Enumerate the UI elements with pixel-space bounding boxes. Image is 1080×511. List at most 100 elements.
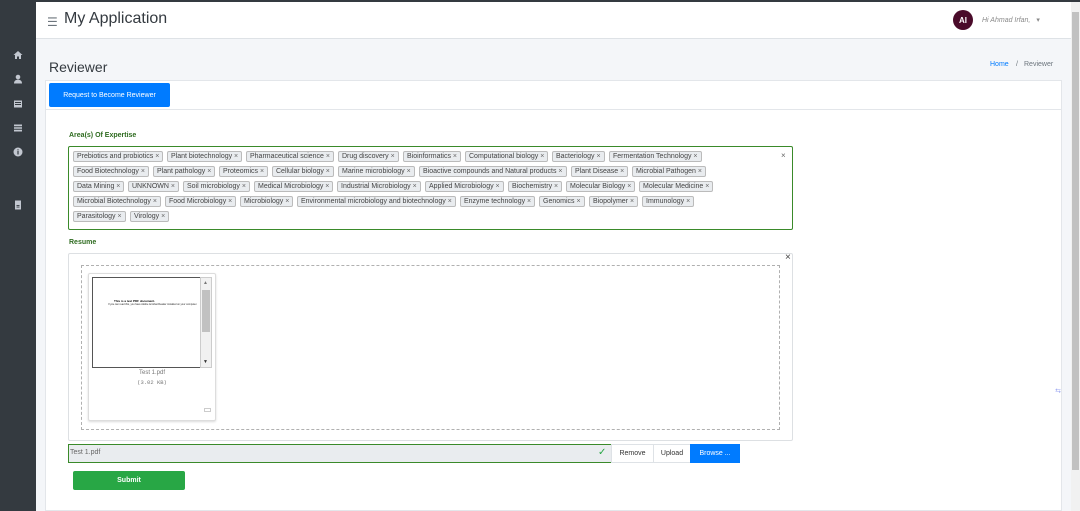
remove-tag-icon[interactable]: × [324,168,330,175]
expertise-tag[interactable]: Data Mining × [73,181,125,192]
expertise-tag[interactable]: Genomics × [539,196,585,207]
remove-tag-icon[interactable]: × [139,168,145,175]
breadcrumb-home[interactable]: Home [990,61,1009,68]
submit-button[interactable]: Submit [73,471,185,490]
remove-tag-icon[interactable]: × [703,183,709,190]
expertise-tag[interactable]: Virology × [130,211,170,222]
expertise-tag[interactable]: Bioinformatics × [403,151,462,162]
avatar[interactable]: AI [953,10,973,30]
zoom-icon[interactable] [204,408,211,412]
expertise-tag[interactable]: Immunology × [642,196,695,207]
expertise-tag[interactable]: Fermentation Technology × [609,151,702,162]
remove-tag-icon[interactable]: × [625,183,631,190]
remove-tag-icon[interactable]: × [159,213,165,220]
translate-icon[interactable]: ⇆ [1052,387,1064,399]
expertise-tag[interactable]: Parasitology × [73,211,126,222]
pdf-scrollbar[interactable]: ▲ ▼ [200,277,212,368]
expertise-tag[interactable]: Molecular Biology × [566,181,636,192]
info-icon[interactable] [10,144,26,160]
expertise-tag[interactable]: Microbial Pathogen × [632,166,706,177]
remove-tag-icon[interactable]: × [552,183,558,190]
remove-tag-icon[interactable]: × [283,198,289,205]
scrollbar-thumb[interactable] [1072,12,1079,470]
expertise-tag[interactable]: Cellular biology × [272,166,334,177]
expertise-tag[interactable]: Environmental microbiology and biotechno… [297,196,456,207]
sidebar [0,2,36,511]
expertise-tag-label: Bioinformatics [407,153,451,160]
remove-tag-icon[interactable]: × [153,153,159,160]
remove-tag-icon[interactable]: × [232,153,238,160]
remove-tag-icon[interactable]: × [575,198,580,205]
remove-tag-icon[interactable]: × [538,153,544,160]
expertise-tag[interactable]: Food Microbiology × [165,196,237,207]
remove-tag-icon[interactable]: × [323,183,329,190]
home-icon[interactable] [10,47,26,63]
expertise-tag[interactable]: Plant biotechnology × [167,151,243,162]
remove-tag-icon[interactable]: × [411,183,417,190]
remove-tag-icon[interactable]: × [618,168,624,175]
remove-tag-icon[interactable]: × [151,198,157,205]
expertise-tag[interactable]: Marine microbiology × [338,166,415,177]
expertise-tag[interactable]: Drug discovery × [338,151,399,162]
expertise-tag[interactable]: Microbial Biotechnology × [73,196,161,207]
expertise-tag[interactable]: Industrial Microbiology × [337,181,421,192]
remove-tag-icon[interactable]: × [696,168,702,175]
request-reviewer-button[interactable]: Request to Become Reviewer [49,83,170,107]
expertise-tag[interactable]: Plant Disease × [571,166,629,177]
remove-tag-icon[interactable]: × [446,198,452,205]
expertise-tag-label: Food Biotechnology [77,168,139,175]
expertise-tag[interactable]: Medical Microbiology × [254,181,334,192]
remove-tag-icon[interactable]: × [595,153,600,160]
upload-button[interactable]: Upload [653,444,691,463]
expertise-tag[interactable]: Proteomics × [219,166,269,177]
remove-tag-icon[interactable]: × [226,198,232,205]
remove-tag-icon[interactable]: × [169,183,175,190]
expertise-tag[interactable]: Microbiology × [240,196,294,207]
card-icon[interactable] [10,96,26,112]
pdf-preview[interactable] [92,277,202,368]
expertise-tag[interactable]: Plant pathology × [153,166,216,177]
expertise-tag[interactable]: Computational biology × [465,151,549,162]
remove-tag-icon[interactable]: × [405,168,411,175]
browse-button[interactable]: Browse ... [690,444,740,463]
clear-all-icon[interactable]: × [781,151,786,160]
remove-tag-icon[interactable]: × [691,153,697,160]
remove-tag-icon[interactable]: × [258,168,264,175]
remove-tag-icon[interactable]: × [116,213,121,220]
document-icon[interactable] [10,197,26,213]
remove-tag-icon[interactable]: × [324,153,330,160]
expertise-tag[interactable]: UNKNOWN × [128,181,179,192]
scroll-down-icon[interactable]: ▼ [203,359,208,365]
expertise-tag[interactable]: Biopolymer × [589,196,639,207]
remove-button[interactable]: Remove [611,444,654,463]
expertise-tag[interactable]: Enzyme technology × [460,196,536,207]
expertise-tag[interactable]: Applied Microbiology × [425,181,504,192]
user-menu[interactable]: Hi Ahmad Irfan, ▾ [982,16,1040,24]
expertise-tag[interactable]: Pharmaceutical science × [246,151,334,162]
remove-tag-icon[interactable]: × [451,153,457,160]
pdf-scroll-thumb[interactable] [202,290,210,332]
remove-tag-icon[interactable]: × [494,183,500,190]
remove-tag-icon[interactable]: × [205,168,211,175]
remove-tag-icon[interactable]: × [114,183,120,190]
user-icon[interactable] [10,71,26,87]
expertise-tag[interactable]: Food Biotechnology × [73,166,149,177]
remove-tag-icon[interactable]: × [556,168,562,175]
expertise-tag[interactable]: Molecular Medicine × [639,181,714,192]
table-icon[interactable] [10,120,26,136]
page-scrollbar[interactable] [1071,2,1080,511]
close-icon[interactable]: × [785,252,791,263]
expertise-tag[interactable]: Prebiotics and probiotics × [73,151,164,162]
hamburger-icon[interactable]: ☰ [47,15,58,29]
remove-tag-icon[interactable]: × [684,198,690,205]
remove-tag-icon[interactable]: × [525,198,531,205]
expertise-tag[interactable]: Bioactive compounds and Natural products… [419,166,567,177]
file-caption-input[interactable]: Test 1.pdf [68,444,612,463]
remove-tag-icon[interactable]: × [240,183,246,190]
remove-tag-icon[interactable]: × [389,153,395,160]
expertise-tag[interactable]: Biochemistry × [508,181,563,192]
scroll-up-icon[interactable]: ▲ [203,280,208,286]
remove-tag-icon[interactable]: × [628,198,634,205]
expertise-tag[interactable]: Soil microbiology × [183,181,250,192]
expertise-tag[interactable]: Bacteriology × [552,151,605,162]
